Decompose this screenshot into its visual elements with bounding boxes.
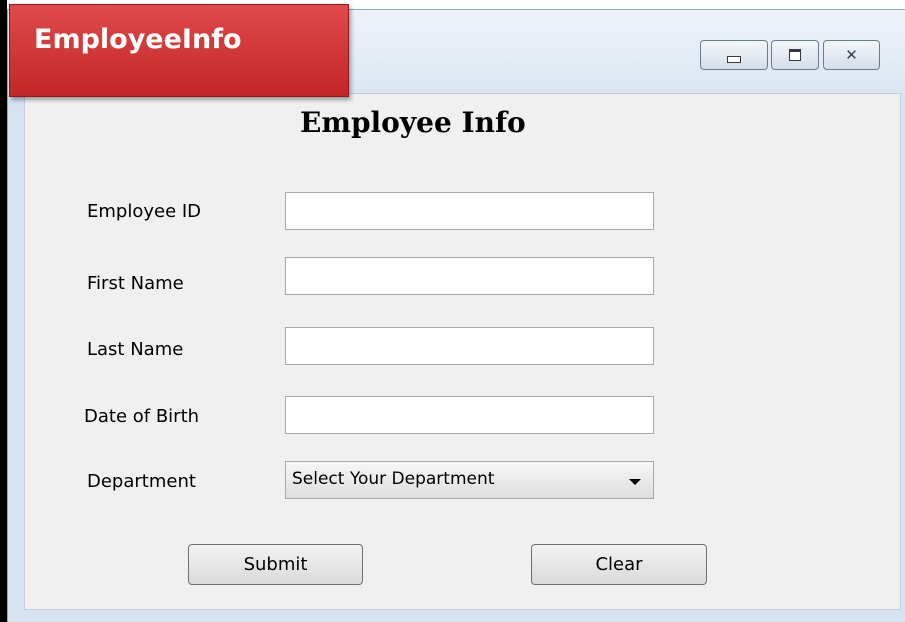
left-edge — [0, 0, 7, 622]
submit-button[interactable]: Submit — [188, 544, 363, 585]
department-dropdown[interactable]: Select Your Department — [285, 461, 654, 499]
app-name-banner: EmployeeInfo — [9, 4, 349, 97]
date-of-birth-input[interactable] — [285, 396, 654, 434]
maximize-button[interactable] — [771, 40, 819, 70]
last-name-input[interactable] — [285, 327, 654, 365]
form-title: Employee Info — [300, 106, 526, 139]
department-selected-value: Select Your Department — [292, 469, 495, 489]
application-window: ✕ — [7, 9, 905, 622]
last-name-label: Last Name — [87, 339, 184, 360]
first-name-label: First Name — [87, 273, 184, 294]
department-label: Department — [87, 471, 196, 492]
close-button[interactable]: ✕ — [823, 40, 880, 70]
screenshot-stage: ✕ EmployeeInfo Employee Info Employee ID… — [0, 0, 905, 622]
first-name-input[interactable] — [285, 257, 654, 295]
date-of-birth-label: Date of Birth — [84, 406, 200, 427]
employee-id-label: Employee ID — [87, 201, 202, 222]
close-icon: ✕ — [845, 45, 858, 64]
clear-button[interactable]: Clear — [531, 544, 707, 585]
app-name-label: EmployeeInfo — [34, 24, 242, 55]
minimize-icon — [727, 55, 741, 63]
dropdown-arrow-icon — [629, 479, 641, 485]
minimize-button[interactable] — [700, 40, 768, 70]
employee-id-input[interactable] — [285, 192, 654, 230]
maximize-icon — [789, 49, 801, 61]
